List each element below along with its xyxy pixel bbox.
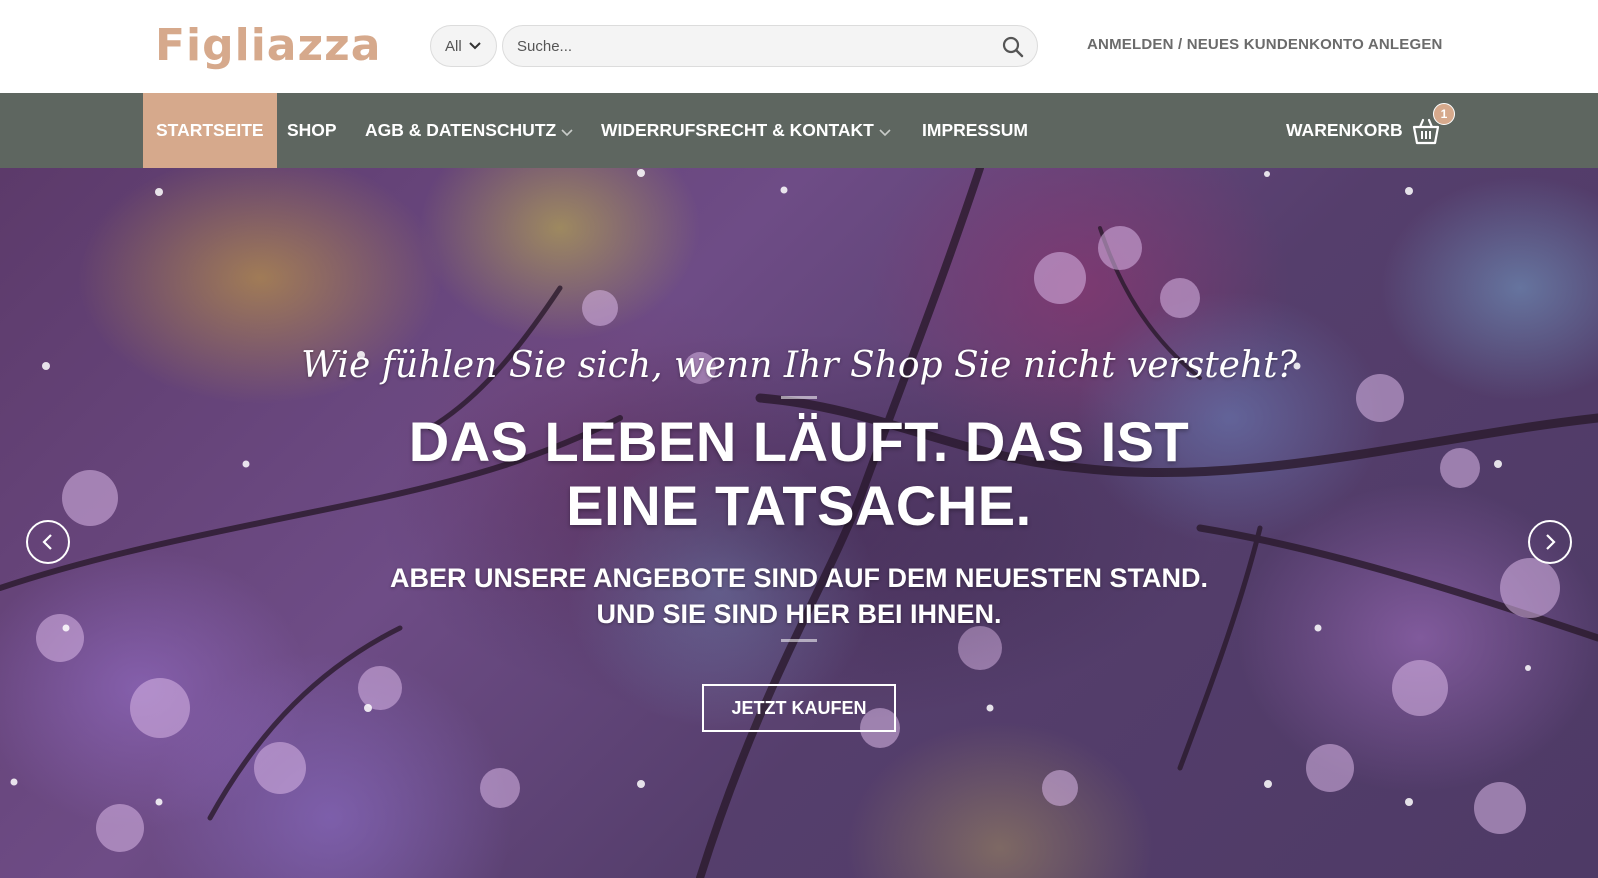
nav-item-startseite[interactable]: STARTSEITE (143, 93, 277, 168)
hero-subtitle-line-2: UND SIE SIND HIER BEI IHNEN. (596, 599, 1002, 629)
hero-subtitle: ABER UNSERE ANGEBOTE SIND AUF DEM NEUEST… (0, 560, 1598, 632)
hero-subtitle-line-1: ABER UNSERE ANGEBOTE SIND AUF DEM NEUEST… (389, 563, 1209, 593)
hero-slider: Wie fühlen Sie sich, wenn Ihr Shop Sie n… (0, 168, 1598, 878)
search-box (502, 25, 1038, 67)
nav-item-agb-datenschutz[interactable]: AGB & DATENSCHUTZ (365, 93, 574, 168)
search-icon[interactable] (1001, 35, 1025, 59)
nav-item-impressum[interactable]: IMPRESSUM (922, 93, 1028, 168)
login-register-link[interactable]: ANMELDEN / NEUES KUNDENKONTO ANLEGEN (1087, 36, 1443, 53)
chevron-down-icon (469, 42, 481, 50)
search-input[interactable] (515, 26, 985, 66)
category-select[interactable]: All (430, 25, 497, 67)
cart-link[interactable]: WARENKORB 1 (1286, 93, 1455, 168)
nav-item-label: SHOP (287, 120, 337, 140)
nav-item-widerrufsrecht-kontakt[interactable]: WIDERRUFSRECHT & KONTAKT (601, 93, 892, 168)
hero-title: DAS LEBEN LÄUFT. DAS IST EINE TATSACHE. (0, 410, 1598, 538)
chevron-down-icon (561, 128, 573, 136)
slider-next-button[interactable] (1528, 520, 1572, 564)
chevron-down-icon (879, 128, 891, 136)
site-logo[interactable]: Figliazza (155, 18, 381, 74)
category-select-value: All (445, 37, 462, 55)
cart-label: WARENKORB (1286, 120, 1403, 140)
nav-item-label: IMPRESSUM (922, 120, 1028, 140)
hero-title-line-2: EINE TATSACHE. (566, 474, 1032, 537)
chevron-right-icon (1546, 534, 1556, 550)
nav-item-shop[interactable]: SHOP (287, 93, 337, 168)
cart-count-badge: 1 (1433, 103, 1455, 125)
hero-tagline: Wie fühlen Sie sich, wenn Ihr Shop Sie n… (301, 345, 1297, 386)
shop-now-button[interactable]: JETZT KAUFEN (702, 684, 896, 732)
hero-title-line-1: DAS LEBEN LÄUFT. DAS IST (408, 410, 1190, 473)
hero-content: Wie fühlen Sie sich, wenn Ihr Shop Sie n… (0, 168, 1598, 878)
hero-divider-top (781, 396, 817, 399)
nav-item-label: AGB & DATENSCHUTZ (365, 120, 557, 140)
hero-divider-bottom (781, 639, 817, 642)
site-header: Figliazza All ANMELDEN / NEUES KUNDENKON… (0, 0, 1598, 93)
slider-prev-button[interactable] (26, 520, 70, 564)
nav-item-label: STARTSEITE (156, 120, 264, 140)
chevron-left-icon (42, 534, 52, 550)
main-navigation: STARTSEITE SHOP AGB & DATENSCHUTZ WIDERR… (0, 93, 1598, 168)
nav-item-label: WIDERRUFSRECHT & KONTAKT (601, 120, 874, 140)
